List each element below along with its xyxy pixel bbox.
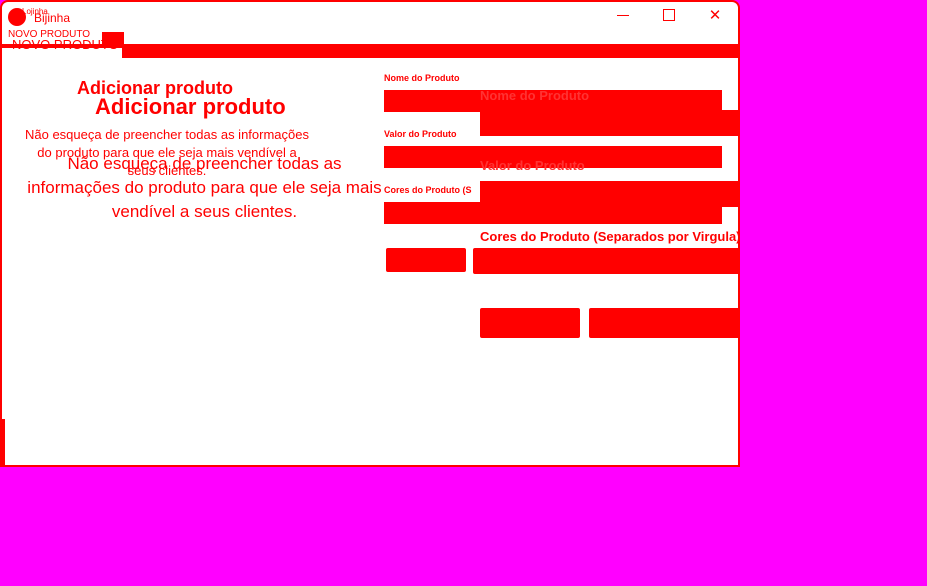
minimize-button[interactable] [600,2,646,28]
title-bar[interactable]: Lojinha Bijinha ✕ [2,2,738,28]
value-label-large: Valor do Produto [480,158,585,173]
value-input-large[interactable] [480,181,738,207]
close-button[interactable]: ✕ [692,2,738,28]
app-window: Lojinha Bijinha ✕ NOVO PRODUTO NOVO PROD… [0,0,740,467]
maximize-button[interactable] [646,2,692,28]
colors-label-large: Cores do Produto (Separados por Virgula) [480,229,740,244]
page-heading: Adicionar produto [95,94,286,119]
name-label-large: Nome do Produto [480,88,590,103]
window-controls: ✕ [600,2,738,28]
menu-bar-fill [122,46,738,58]
colors-label: Cores do Produto (S [384,185,472,195]
page-description: Não esqueça de preencher todas as inform… [27,154,382,221]
cancel-button-large[interactable] [480,308,580,338]
value-label: Valor do Produto [384,129,457,139]
window-title: Bijinha [34,11,71,25]
close-icon: ✕ [708,7,722,24]
name-input-large[interactable] [480,110,738,136]
cancel-button[interactable] [386,248,466,272]
menu-item-novo-produto[interactable]: NOVO PRODUTO [12,37,119,52]
save-button[interactable] [473,248,738,274]
save-button-large[interactable] [589,308,738,338]
name-label: Nome do Produto [384,73,460,83]
left-edge [2,419,5,465]
